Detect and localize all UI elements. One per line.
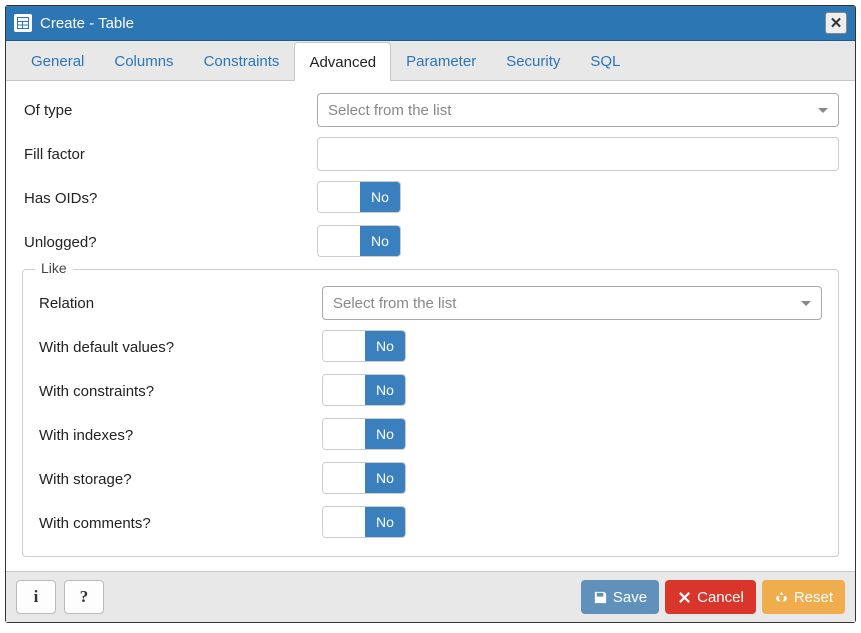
cancel-label: Cancel xyxy=(697,589,744,606)
tab-security[interactable]: Security xyxy=(491,41,575,80)
form-body: Of type Select from the list Fill factor… xyxy=(6,81,855,571)
unlogged-toggle[interactable]: No xyxy=(317,225,401,257)
with-constraints-label: With constraints? xyxy=(39,383,322,400)
with-comments-label: With comments? xyxy=(39,515,322,532)
with-comments-value: No xyxy=(365,507,405,537)
dialog-title: Create - Table xyxy=(40,15,825,32)
fill-factor-input[interactable] xyxy=(317,137,839,171)
tab-advanced[interactable]: Advanced xyxy=(294,42,391,81)
info-button[interactable]: i xyxy=(16,580,56,614)
tab-constraints[interactable]: Constraints xyxy=(189,41,295,80)
relation-label: Relation xyxy=(39,295,322,312)
tab-columns[interactable]: Columns xyxy=(99,41,188,80)
cancel-button[interactable]: Cancel xyxy=(665,580,756,614)
save-label: Save xyxy=(613,589,647,606)
reset-button[interactable]: Reset xyxy=(762,580,845,614)
with-comments-toggle[interactable]: No xyxy=(322,506,406,538)
with-storage-value: No xyxy=(365,463,405,493)
titlebar: Create - Table ✕ xyxy=(6,6,855,41)
with-indexes-toggle[interactable]: No xyxy=(322,418,406,450)
relation-placeholder: Select from the list xyxy=(333,295,456,312)
recycle-icon xyxy=(774,590,789,605)
with-defaults-label: With default values? xyxy=(39,339,322,356)
dialog-footer: i ? Save Cancel Reset xyxy=(6,571,855,622)
close-icon xyxy=(677,590,692,605)
save-button[interactable]: Save xyxy=(581,580,659,614)
of-type-select[interactable]: Select from the list xyxy=(317,93,839,127)
help-button[interactable]: ? xyxy=(64,580,104,614)
like-legend: Like xyxy=(35,260,73,276)
chevron-down-icon xyxy=(818,108,828,113)
table-icon xyxy=(14,14,32,32)
has-oids-toggle[interactable]: No xyxy=(317,181,401,213)
create-table-dialog: Create - Table ✕ General Columns Constra… xyxy=(5,5,856,623)
of-type-label: Of type xyxy=(22,102,317,119)
reset-label: Reset xyxy=(794,589,833,606)
save-icon xyxy=(593,590,608,605)
close-button[interactable]: ✕ xyxy=(825,12,847,34)
tab-sql[interactable]: SQL xyxy=(575,41,635,80)
like-fieldset: Like Relation Select from the list With … xyxy=(22,269,839,557)
has-oids-label: Has OIDs? xyxy=(22,190,317,207)
with-indexes-label: With indexes? xyxy=(39,427,322,444)
tab-parameter[interactable]: Parameter xyxy=(391,41,491,80)
unlogged-label: Unlogged? xyxy=(22,234,317,251)
with-indexes-value: No xyxy=(365,419,405,449)
with-storage-toggle[interactable]: No xyxy=(322,462,406,494)
chevron-down-icon xyxy=(801,301,811,306)
of-type-placeholder: Select from the list xyxy=(328,102,451,119)
fill-factor-label: Fill factor xyxy=(22,146,317,163)
with-constraints-value: No xyxy=(365,375,405,405)
with-constraints-toggle[interactable]: No xyxy=(322,374,406,406)
has-oids-value: No xyxy=(360,182,400,212)
with-defaults-toggle[interactable]: No xyxy=(322,330,406,362)
with-storage-label: With storage? xyxy=(39,471,322,488)
relation-select[interactable]: Select from the list xyxy=(322,286,822,320)
with-defaults-value: No xyxy=(365,331,405,361)
tab-bar: General Columns Constraints Advanced Par… xyxy=(6,41,855,81)
unlogged-value: No xyxy=(360,226,400,256)
tab-general[interactable]: General xyxy=(16,41,99,80)
